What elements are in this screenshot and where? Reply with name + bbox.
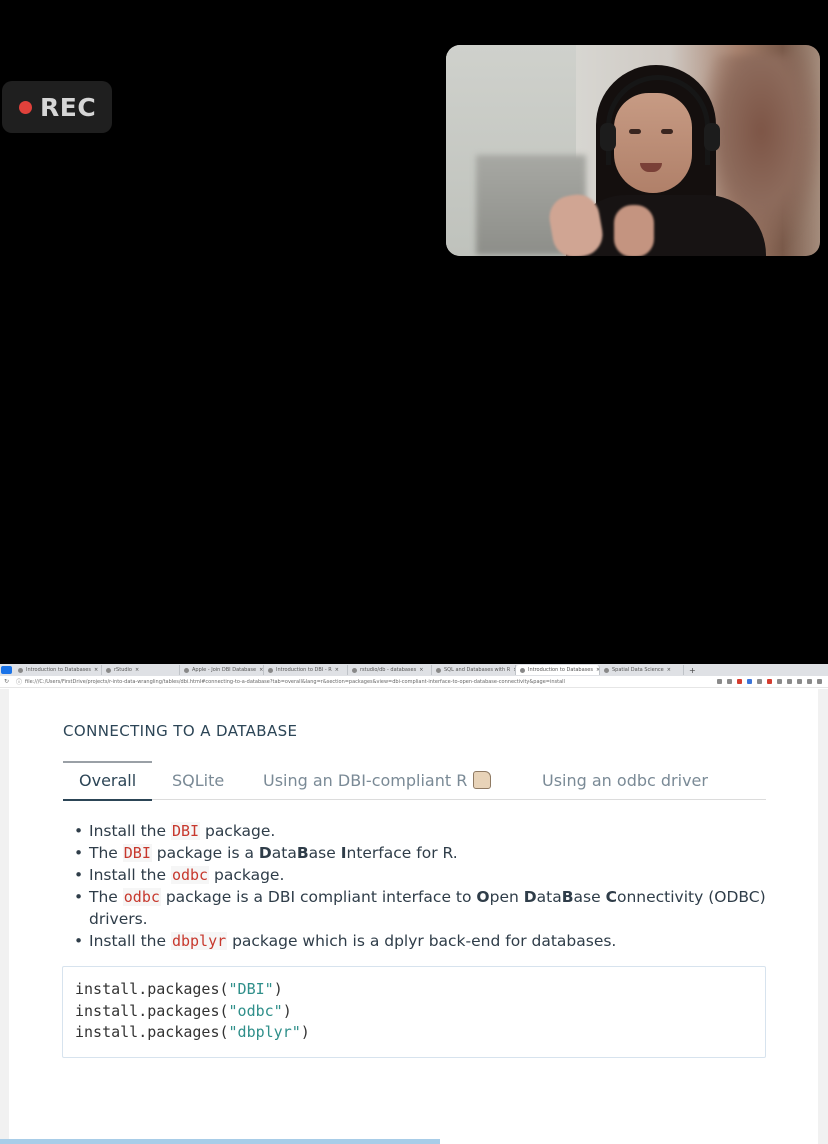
list-item: The odbc package is a DBI compliant inte…: [71, 886, 771, 930]
browser-tab[interactable]: Introduction to DBI - R ×: [264, 665, 348, 675]
list-item: Install the dbplyr package which is a dp…: [71, 930, 771, 952]
recording-label: REC: [40, 92, 97, 122]
browser-tab-active[interactable]: Introduction to Databases ×: [516, 665, 600, 675]
list-item: The DBI package is a DataBase Interface …: [71, 842, 771, 864]
browser-tab[interactable]: rStudio ×: [102, 665, 180, 675]
tabset: Overall SQLite Using an DBI-compliant R …: [63, 760, 766, 801]
close-tab-icon[interactable]: ×: [419, 667, 423, 673]
extension-icon[interactable]: [797, 679, 802, 684]
url-field[interactable]: file:///C:/Users/FirstDrive/projects/r-i…: [25, 679, 717, 685]
extension-icon[interactable]: [807, 679, 812, 684]
favicon-icon: [520, 667, 525, 673]
list-item: Install the odbc package.: [71, 864, 771, 886]
code-line: install.packages("DBI"): [75, 980, 283, 998]
browser-tab[interactable]: Introduction to Databases ×: [14, 665, 102, 675]
extension-icon[interactable]: [787, 679, 792, 684]
close-tab-icon[interactable]: ×: [667, 667, 671, 673]
tab-overall[interactable]: Overall: [63, 761, 153, 801]
browser-tab[interactable]: rstudio/db - databases ×: [348, 665, 432, 675]
participant-video[interactable]: [446, 45, 820, 256]
record-dot-icon: [19, 100, 32, 114]
extension-icon[interactable]: [727, 679, 732, 684]
extension-icon[interactable]: [757, 679, 762, 684]
page-title: CONNECTING TO A DATABASE: [63, 722, 298, 740]
favicon-icon: [604, 667, 609, 673]
shared-screen-browser: Introduction to Databases × rStudio × Appl…: [0, 664, 828, 1144]
address-bar[interactable]: ↻ ⓘ file:///C:/Users/FirstDrive/projects…: [0, 676, 828, 688]
browser-tab[interactable]: Apple - Join DBI Database ×: [180, 665, 264, 675]
list-item: Install the DBI package.: [71, 820, 771, 842]
extension-icons: [717, 679, 828, 684]
favicon-icon: [268, 667, 273, 673]
extension-icon[interactable]: [767, 679, 772, 684]
code-line: install.packages("dbplyr"): [75, 1023, 310, 1041]
menu-icon[interactable]: [817, 679, 822, 684]
extension-icon[interactable]: [747, 679, 752, 684]
code-line: install.packages("odbc"): [75, 1001, 292, 1020]
bullet-list: Install the DBI package. The DBI package…: [71, 820, 771, 952]
code-block[interactable]: install.packages("DBI") install.packages…: [62, 966, 766, 1058]
favicon-icon: [18, 667, 23, 673]
info-icon[interactable]: ⓘ: [16, 677, 22, 686]
close-tab-icon[interactable]: ×: [135, 667, 139, 673]
close-tab-icon[interactable]: ×: [259, 667, 263, 673]
extension-icon[interactable]: [717, 679, 722, 684]
browser-tab[interactable]: SQL and Databases with R×: [432, 665, 516, 675]
tab-odbc-driver[interactable]: Using an odbc driver: [542, 761, 708, 800]
horizontal-scrollbar[interactable]: [0, 1139, 440, 1144]
tab-dbi-compliant[interactable]: Using an DBI-compliant R: [263, 761, 492, 800]
favicon-icon: [184, 667, 189, 673]
page-content: CONNECTING TO A DATABASE Overall SQLite …: [9, 689, 818, 1139]
recording-indicator: REC: [2, 81, 112, 133]
extension-icon[interactable]: [777, 679, 782, 684]
extension-icon[interactable]: [737, 679, 742, 684]
close-tab-icon[interactable]: ×: [94, 667, 98, 673]
close-tab-icon[interactable]: ×: [335, 667, 339, 673]
hand-cursor-icon: [473, 771, 492, 789]
browser-tab[interactable]: Spatial Data Science ×: [600, 665, 684, 675]
tab-sqlite[interactable]: SQLite: [172, 761, 224, 800]
reload-icon[interactable]: ↻: [4, 678, 9, 685]
app-launcher-icon[interactable]: [1, 666, 12, 674]
browser-tabstrip: Introduction to Databases × rStudio × Appl…: [0, 664, 828, 676]
favicon-icon: [352, 667, 357, 673]
favicon-icon: [106, 667, 111, 673]
favicon-icon: [436, 667, 441, 673]
new-tab-button[interactable]: +: [689, 666, 696, 675]
